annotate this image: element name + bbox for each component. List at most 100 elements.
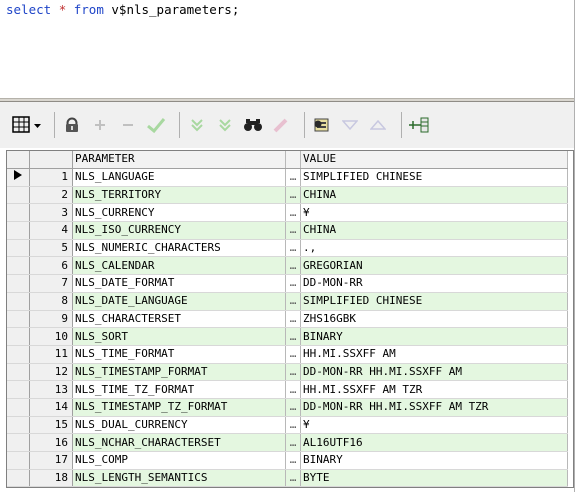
table-row[interactable]: 6 NLS_CALENDAR… GREGORIAN bbox=[7, 256, 568, 276]
table-row[interactable]: 16 NLS_NCHAR_CHARACTERSET… AL16UTF16 bbox=[7, 433, 568, 452]
grid-menu-icon[interactable] bbox=[12, 114, 42, 136]
value-cell[interactable]: CHINA bbox=[300, 221, 568, 240]
value-cell[interactable]: ZHS16GBK bbox=[300, 310, 568, 329]
ellipsis-button[interactable]: … bbox=[285, 310, 301, 329]
column-header-value[interactable]: VALUE bbox=[300, 151, 568, 169]
parameter-cell[interactable]: NLS_TERRITORY bbox=[72, 186, 286, 205]
export-icon[interactable] bbox=[311, 114, 333, 136]
find-icon[interactable] bbox=[242, 114, 264, 136]
value-cell[interactable]: ¥ bbox=[300, 203, 568, 223]
ellipsis-button[interactable]: … bbox=[285, 398, 301, 417]
header-rownum-cell bbox=[29, 151, 73, 169]
ellipsis-button[interactable]: … bbox=[285, 203, 301, 223]
ellipsis-button[interactable]: … bbox=[285, 486, 301, 487]
result-grid[interactable]: PARAMETER VALUE 1 NLS_LANGUAGE… SIMPLIFIED… bbox=[6, 150, 574, 488]
parameter-cell[interactable]: NLS_ISO_CURRENCY bbox=[72, 221, 286, 240]
value-cell[interactable]: SIMPLIFIED CHINESE bbox=[300, 292, 568, 311]
table-row[interactable]: 1 NLS_LANGUAGE… SIMPLIFIED CHINESE bbox=[7, 168, 568, 187]
value-cell[interactable]: BINARY bbox=[300, 451, 568, 470]
table-row[interactable]: 15 NLS_DUAL_CURRENCY… ¥ bbox=[7, 416, 568, 435]
ellipsis-button[interactable]: … bbox=[285, 292, 301, 311]
table-row[interactable]: 18 NLS_LENGTH_SEMANTICS… BYTE bbox=[7, 469, 568, 487]
parameter-cell[interactable]: NLS_TIMESTAMP_TZ_FORMAT bbox=[72, 398, 286, 417]
ellipsis-button[interactable]: … bbox=[285, 221, 301, 240]
table-row[interactable]: 14 NLS_TIMESTAMP_TZ_FORMAT… DD-MON-RR HH.M… bbox=[7, 398, 568, 417]
ellipsis-button[interactable]: … bbox=[285, 380, 301, 399]
connect-icon[interactable] bbox=[408, 114, 430, 136]
post-icon[interactable] bbox=[145, 114, 167, 136]
row-indicator-cell bbox=[7, 168, 30, 187]
table-row[interactable]: 11 NLS_TIME_FORMAT… HH.MI.SSXFF AM bbox=[7, 345, 568, 364]
table-row[interactable]: 8 NLS_DATE_LANGUAGE… SIMPLIFIED CHINESE bbox=[7, 292, 568, 311]
value-cell[interactable]: BYTE bbox=[300, 469, 568, 487]
sql-editor[interactable]: select * from v$nls_parameters; bbox=[0, 0, 582, 98]
ellipsis-button[interactable]: … bbox=[285, 451, 301, 470]
parameter-cell[interactable]: NLS_SORT bbox=[72, 327, 286, 346]
table-row[interactable]: 12 NLS_TIMESTAMP_FORMAT… DD-MON-RR HH.MI.S… bbox=[7, 363, 568, 382]
parameter-cell[interactable]: NLS_DATE_FORMAT bbox=[72, 274, 286, 293]
ellipsis-button[interactable]: … bbox=[285, 433, 301, 452]
ellipsis-button[interactable]: … bbox=[285, 363, 301, 382]
value-cell[interactable]: ., bbox=[300, 239, 568, 258]
sort-up-icon[interactable] bbox=[367, 114, 389, 136]
table-row[interactable]: 2 NLS_TERRITORY… CHINA bbox=[7, 186, 568, 205]
value-cell[interactable]: SIMPLIFIED CHINESE bbox=[300, 168, 568, 187]
ellipsis-button[interactable]: … bbox=[285, 274, 301, 293]
value-cell[interactable]: BINARY bbox=[300, 327, 568, 346]
table-row[interactable]: 10 NLS_SORT… BINARY bbox=[7, 327, 568, 346]
column-header-parameter[interactable]: PARAMETER bbox=[72, 151, 286, 169]
value-cell[interactable]: HH.MI.SSXFF AM bbox=[300, 345, 568, 364]
table-row[interactable]: 17 NLS_COMP… BINARY bbox=[7, 451, 568, 470]
parameter-cell[interactable]: NLS_CHARACTERSET bbox=[72, 310, 286, 329]
clear-icon[interactable] bbox=[270, 114, 292, 136]
parameter-cell[interactable]: NLS_TIME_FORMAT bbox=[72, 345, 286, 364]
value-cell[interactable]: GREGORIAN bbox=[300, 256, 568, 276]
table-row[interactable]: 9 NLS_CHARACTERSET… ZHS16GBK bbox=[7, 310, 568, 329]
parameter-cell[interactable]: NLS_LANGUAGE bbox=[72, 168, 286, 187]
parameter-cell[interactable]: NLS_TIMESTAMP_FORMAT bbox=[72, 363, 286, 382]
ellipsis-button[interactable]: … bbox=[285, 327, 301, 346]
ellipsis-button[interactable]: … bbox=[285, 469, 301, 487]
value-cell[interactable]: AL16UTF16 bbox=[300, 433, 568, 452]
row-number-cell: 17 bbox=[29, 451, 73, 470]
lock-icon[interactable] bbox=[61, 114, 83, 136]
value-cell[interactable]: DD-MON-RR bbox=[300, 274, 568, 293]
ellipsis-button[interactable]: … bbox=[285, 345, 301, 364]
parameter-cell[interactable]: NLS_NCHAR_CHARACTERSET bbox=[72, 433, 286, 452]
value-cell[interactable]: DD-MON-RR HH.MI.SSXFF AM bbox=[300, 363, 568, 382]
table-row[interactable]: 7 NLS_DATE_FORMAT… DD-MON-RR bbox=[7, 274, 568, 293]
parameter-cell[interactable]: NLS_CURRENCY bbox=[72, 203, 286, 223]
parameter-cell[interactable]: NLS_NCHAR_CONV_EXCP bbox=[72, 486, 286, 487]
add-icon[interactable] bbox=[89, 114, 111, 136]
ellipsis-button[interactable]: … bbox=[285, 256, 301, 276]
row-number-cell: 4 bbox=[29, 221, 73, 240]
ellipsis-button[interactable]: … bbox=[285, 416, 301, 435]
parameter-cell[interactable]: NLS_DATE_LANGUAGE bbox=[72, 292, 286, 311]
ellipsis-button[interactable]: … bbox=[285, 168, 301, 187]
table-row[interactable]: 3 NLS_CURRENCY… ¥ bbox=[7, 203, 568, 223]
filter-down-icon[interactable] bbox=[186, 114, 208, 136]
parameter-cell[interactable]: NLS_NUMERIC_CHARACTERS bbox=[72, 239, 286, 258]
value-cell[interactable]: HH.MI.SSXFF AM TZR bbox=[300, 380, 568, 399]
table-row[interactable]: 19NLS_NCHAR_CONV_EXCP…FALSE bbox=[7, 486, 568, 487]
table-row[interactable]: 13 NLS_TIME_TZ_FORMAT… HH.MI.SSXFF AM TZR bbox=[7, 380, 568, 399]
value-cell[interactable]: DD-MON-RR HH.MI.SSXFF AM TZR bbox=[300, 398, 568, 417]
table-row[interactable]: 4 NLS_ISO_CURRENCY… CHINA bbox=[7, 221, 568, 240]
parameter-cell[interactable]: NLS_TIME_TZ_FORMAT bbox=[72, 380, 286, 399]
ellipsis-button[interactable]: … bbox=[285, 186, 301, 205]
row-indicator-cell bbox=[7, 310, 30, 329]
filter-clear-icon[interactable] bbox=[214, 114, 236, 136]
value-cell[interactable]: FALSE bbox=[300, 486, 568, 487]
row-indicator-cell bbox=[7, 203, 30, 223]
parameter-cell[interactable]: NLS_DUAL_CURRENCY bbox=[72, 416, 286, 435]
sort-down-icon[interactable] bbox=[339, 114, 361, 136]
parameter-cell[interactable]: NLS_LENGTH_SEMANTICS bbox=[72, 469, 286, 487]
value-cell[interactable]: CHINA bbox=[300, 186, 568, 205]
row-indicator-cell bbox=[7, 363, 30, 382]
parameter-cell[interactable]: NLS_CALENDAR bbox=[72, 256, 286, 276]
value-cell[interactable]: ¥ bbox=[300, 416, 568, 435]
ellipsis-button[interactable]: … bbox=[285, 239, 301, 258]
parameter-cell[interactable]: NLS_COMP bbox=[72, 451, 286, 470]
table-row[interactable]: 5 NLS_NUMERIC_CHARACTERS…., bbox=[7, 239, 568, 258]
remove-icon[interactable] bbox=[117, 114, 139, 136]
